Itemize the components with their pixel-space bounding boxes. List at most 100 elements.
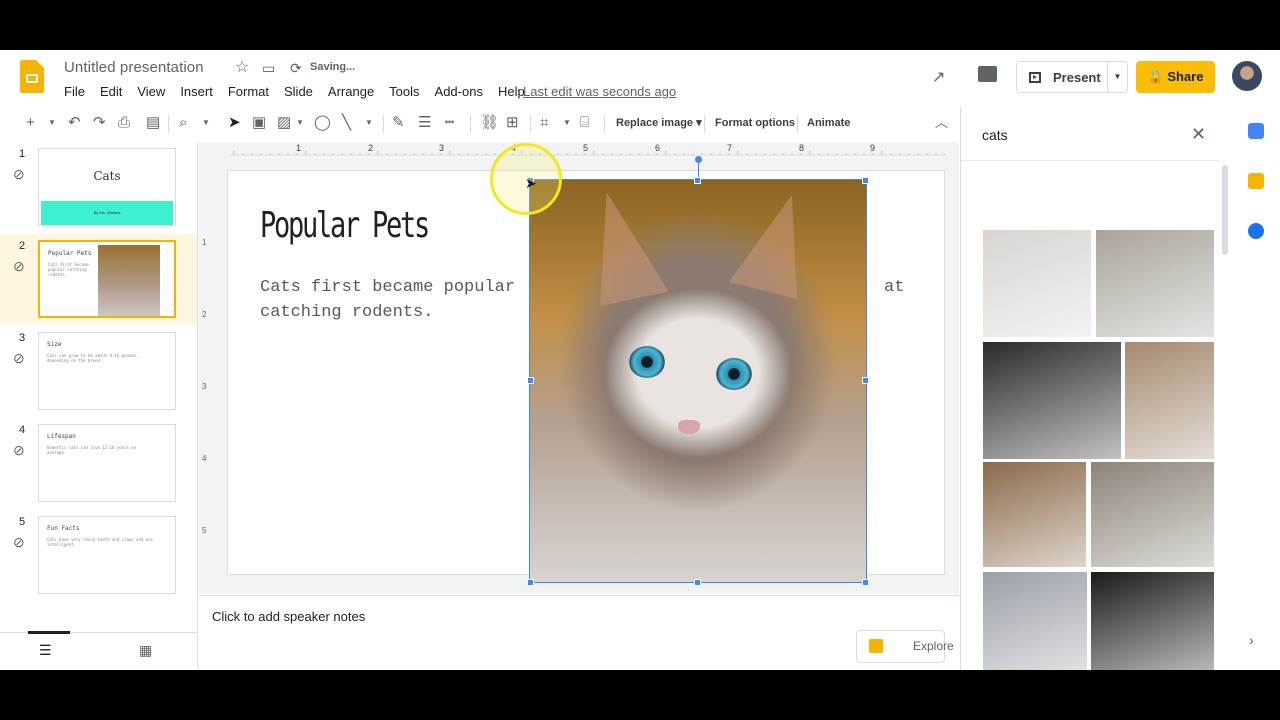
result-tabby-black-bg-fill — [1091, 572, 1214, 670]
calendar-icon[interactable] — [1248, 123, 1264, 139]
thumb-body: Cats can grow to be about 4-16 pounds, d… — [47, 353, 139, 363]
image-search-input[interactable]: cats — [982, 127, 1008, 143]
vertical-ruler: 1 2 3 4 5 — [199, 170, 213, 575]
expand-panel-chevron-icon[interactable]: › — [1249, 632, 1254, 648]
selected-cat-image[interactable] — [529, 179, 867, 583]
presentation-title[interactable]: Untitled presentation — [64, 59, 204, 76]
line-dropdown-icon[interactable]: ▼ — [365, 107, 373, 139]
menu-edit[interactable]: Edit — [100, 84, 122, 99]
print-icon[interactable]: ⎙ — [118, 107, 130, 139]
image-dropdown-icon[interactable]: ▼ — [296, 107, 304, 139]
border-weight-icon[interactable]: ☰ — [418, 107, 431, 139]
user-avatar[interactable] — [1232, 61, 1262, 91]
crop-dropdown-icon[interactable]: ▼ — [563, 107, 571, 139]
redo-icon[interactable]: ↷ — [93, 107, 106, 139]
slide-title[interactable]: Popular Pets — [260, 205, 430, 246]
border-dash-icon[interactable]: ┅ — [445, 107, 454, 139]
present-button[interactable]: Present ▼ — [1016, 61, 1128, 93]
slide-thumbnail-row[interactable]: 5 ⊘ Fun Facts Cats have very sharp teeth… — [0, 510, 197, 600]
paint-format-icon[interactable]: ▤ — [146, 107, 160, 139]
slide-number: 1 — [19, 148, 26, 160]
slide-thumbnail-row[interactable]: 4 ⊘ Lifespan Domestic cats can live 12-1… — [0, 418, 197, 508]
last-edit-link[interactable]: Last edit was seconds ago — [523, 84, 676, 99]
slide-thumbnail-row[interactable]: 3 ⊘ Size Cats can grow to be about 4-16 … — [0, 326, 197, 416]
resize-handle-bottom-left[interactable] — [527, 579, 534, 586]
menu-addons[interactable]: Add-ons — [435, 84, 483, 99]
tasks-icon[interactable] — [1248, 223, 1264, 239]
menu-format[interactable]: Format — [228, 84, 269, 99]
line-icon[interactable]: ╲ — [342, 107, 351, 139]
move-folder-icon[interactable]: ▭ — [262, 60, 275, 76]
image-result[interactable] — [983, 572, 1087, 670]
menu-tools[interactable]: Tools — [389, 84, 419, 99]
image-result[interactable] — [1091, 462, 1214, 567]
resize-handle-bottom-right[interactable] — [862, 579, 869, 586]
link-icon[interactable]: ⛓ — [480, 107, 499, 139]
ruler-label: 9 — [870, 143, 876, 153]
present-dropdown-chevron-icon[interactable]: ▼ — [1107, 62, 1127, 92]
slide-thumbnail[interactable]: Size Cats can grow to be about 4-16 poun… — [38, 332, 176, 410]
insert-image-icon[interactable]: ▨ — [277, 107, 291, 139]
thumb-body: Domestic cats can live 12-18 years on av… — [47, 445, 137, 455]
activity-trend-icon[interactable]: ↗ — [932, 67, 945, 87]
new-slide-icon[interactable]: + — [26, 107, 35, 139]
menu-file[interactable]: File — [64, 84, 85, 99]
text-box-icon[interactable]: ▣ — [252, 107, 266, 139]
animate-button[interactable]: Animate — [807, 107, 850, 139]
replace-image-button[interactable]: Replace image ▾ — [616, 107, 702, 139]
add-comment-icon[interactable]: ⊞ — [506, 107, 519, 139]
resize-handle-left[interactable] — [527, 377, 534, 384]
rotate-handle[interactable] — [695, 156, 702, 163]
resize-handle-top[interactable] — [694, 177, 701, 184]
image-result[interactable] — [983, 230, 1091, 337]
select-cursor-icon[interactable]: ➤ — [228, 107, 241, 139]
image-result[interactable] — [983, 342, 1121, 459]
slides-logo-icon[interactable] — [20, 60, 44, 93]
linked-slide-icon: ⊘ — [13, 258, 25, 274]
explore-button[interactable]: Explore — [856, 630, 954, 663]
menu-insert[interactable]: Insert — [180, 84, 213, 99]
slide-thumbnail[interactable]: Cats By Ms. Walters — [38, 148, 176, 226]
shape-icon[interactable]: ◯ — [314, 107, 331, 139]
new-slide-dropdown-icon[interactable]: ▼ — [48, 107, 56, 139]
slide-thumbnail-row[interactable]: 1 ⊘ Cats By Ms. Walters — [0, 142, 197, 232]
resize-handle-top-right[interactable] — [862, 177, 869, 184]
format-options-button[interactable]: Format options — [715, 107, 795, 139]
menu-view[interactable]: View — [137, 84, 165, 99]
slide-thumbnail-row-active[interactable]: 2 ⊘ Popular Pets Cats first became popul… — [0, 234, 197, 324]
resize-handle-right[interactable] — [862, 377, 869, 384]
image-result[interactable] — [1125, 342, 1214, 459]
image-result[interactable] — [983, 462, 1086, 567]
panel-scrollbar[interactable] — [1222, 165, 1228, 255]
close-icon[interactable]: ✕ — [1191, 124, 1206, 145]
linked-slide-icon: ⊘ — [13, 442, 25, 458]
image-result[interactable] — [1091, 572, 1214, 670]
slide-thumbnail[interactable]: Popular Pets Cats first became popular c… — [38, 240, 176, 318]
image-result[interactable] — [1096, 230, 1214, 337]
thumb-body: Cats first became popular catching roden… — [48, 262, 89, 277]
star-icon[interactable]: ☆ — [235, 60, 249, 76]
menu-slide[interactable]: Slide — [284, 84, 313, 99]
share-button[interactable]: 🔒 Share — [1136, 61, 1215, 93]
slide-thumbnail[interactable]: Lifespan Domestic cats can live 12-18 ye… — [38, 424, 176, 502]
menu-arrange[interactable]: Arrange — [328, 84, 374, 99]
reset-image-icon[interactable]: ⌸ — [580, 107, 589, 139]
grid-view-icon[interactable]: ▦ — [139, 642, 152, 659]
menu-help[interactable]: Help — [498, 84, 525, 99]
ruler-label: 2 — [202, 310, 207, 319]
zoom-dropdown-icon[interactable]: ▼ — [202, 107, 210, 139]
undo-icon[interactable]: ↶ — [68, 107, 81, 139]
zoom-icon[interactable]: ⌕ — [179, 107, 187, 139]
slide-thumbnail[interactable]: Fun Facts Cats have very sharp teeth and… — [38, 516, 176, 594]
toolbar-divider — [797, 115, 798, 133]
keep-icon[interactable] — [1248, 173, 1264, 189]
border-color-icon[interactable]: ✎ — [392, 107, 405, 139]
resize-handle-bottom[interactable] — [694, 579, 701, 586]
speaker-notes[interactable]: Click to add speaker notes — [199, 595, 959, 670]
present-label: Present — [1053, 69, 1101, 85]
collapse-toolbar-icon[interactable]: ︿ — [935, 107, 948, 139]
menu-bar: File Edit View Insert Format Slide Arran… — [64, 84, 540, 99]
filmstrip-view-icon[interactable]: ☰ — [39, 642, 52, 659]
crop-icon[interactable]: ⌗ — [540, 107, 548, 139]
comments-icon[interactable] — [978, 66, 997, 82]
